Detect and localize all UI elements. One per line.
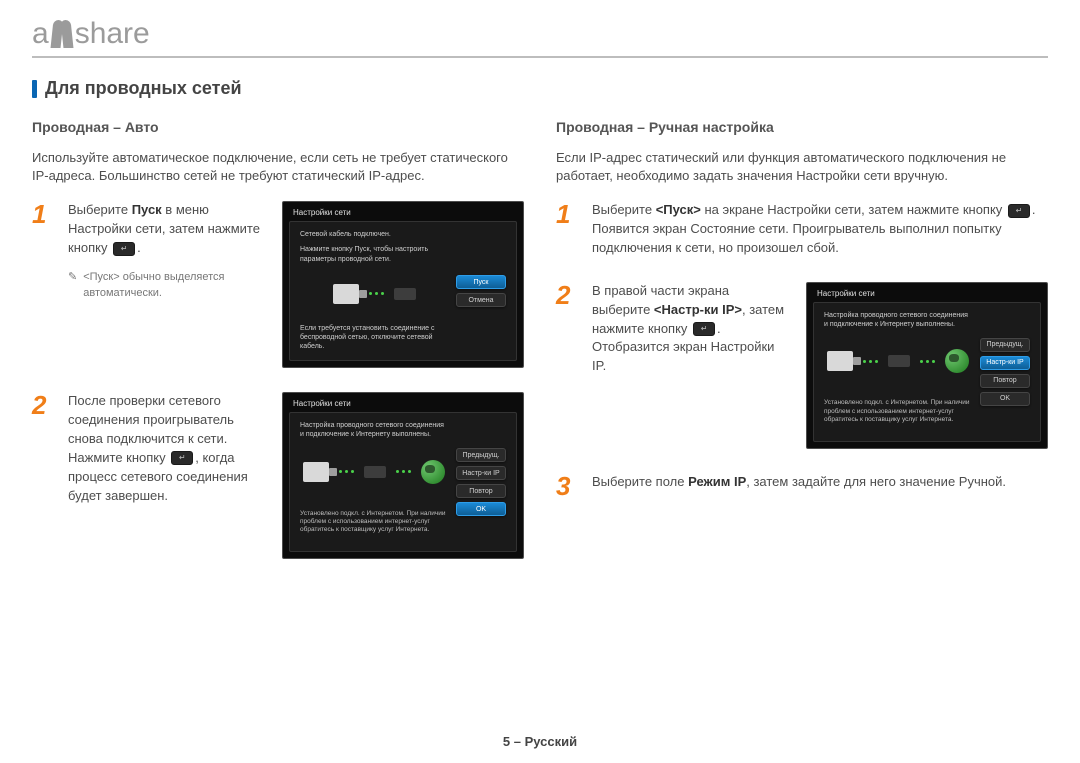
logo-post: share bbox=[75, 17, 150, 51]
two-columns: Проводная – Авто Используйте автоматичес… bbox=[32, 119, 1048, 583]
dots-icon bbox=[339, 470, 354, 473]
step-number: 2 bbox=[32, 392, 54, 559]
right-subhead: Проводная – Ручная настройка bbox=[556, 119, 1048, 135]
plug-icon bbox=[303, 462, 329, 482]
dots-icon bbox=[369, 292, 384, 295]
left-step-1: 1 Выберите Пуск в меню Настройки сети, з… bbox=[32, 201, 524, 368]
step-number: 3 bbox=[556, 473, 578, 499]
remote-icon: ↵ bbox=[113, 242, 135, 256]
remote-icon: ↵ bbox=[693, 322, 715, 336]
screenshot-body: Настройка проводного сетевого соединения… bbox=[813, 302, 1041, 442]
logo: a share bbox=[32, 14, 1048, 54]
screenshot-title: Настройки сети bbox=[807, 283, 1047, 302]
left-subhead: Проводная – Авто bbox=[32, 119, 524, 135]
screenshot-manual-1: Настройки сети Настройка проводного сете… bbox=[806, 282, 1048, 449]
dots-icon bbox=[920, 360, 935, 363]
section-heading: Для проводных сетей bbox=[32, 78, 1048, 99]
section-title: Для проводных сетей bbox=[45, 78, 242, 99]
left-step-2: 2 После проверки сетевого соединения про… bbox=[32, 392, 524, 559]
remote-icon: ↵ bbox=[171, 451, 193, 465]
globe-icon bbox=[945, 349, 969, 373]
sc-btn-ok[interactable]: OK bbox=[456, 502, 506, 516]
step-number: 2 bbox=[556, 282, 578, 449]
dots-icon bbox=[396, 470, 411, 473]
sc-btn-prev[interactable]: Предыдущ. bbox=[980, 338, 1030, 352]
sc-desc-2: Установлено подкл. с Интернетом. При нал… bbox=[824, 399, 972, 424]
sc-btn-cancel[interactable]: Отмена bbox=[456, 293, 506, 307]
note-icon: ✎ bbox=[68, 270, 77, 302]
screenshot-body: Настройка проводного сетевого соединения… bbox=[289, 412, 517, 552]
right-intro: Если IP-адрес статический или функция ав… bbox=[556, 149, 1048, 185]
sc-diagram bbox=[300, 270, 448, 318]
sc-diagram bbox=[300, 446, 448, 498]
divider bbox=[32, 56, 1048, 58]
screenshot-left: Настройка проводного сетевого соединения… bbox=[300, 421, 448, 543]
sc-btn-prev[interactable]: Предыдущ. bbox=[456, 448, 506, 462]
sc-buttons: Предыдущ. Настр-ки IP Повтор OK bbox=[456, 421, 506, 543]
step-body: После проверки сетевого соединения проиг… bbox=[68, 392, 524, 559]
sc-btn-start[interactable]: Пуск bbox=[456, 275, 506, 289]
step-text: Выберите Пуск в меню Настройки сети, зат… bbox=[68, 201, 266, 368]
sc-buttons: Предыдущ. Настр-ки IP Повтор OK bbox=[980, 311, 1030, 433]
sc-desc-1: Сетевой кабель подключен. bbox=[300, 230, 448, 239]
sc-desc-2: Установлено подкл. с Интернетом. При нал… bbox=[300, 510, 448, 535]
plug-icon bbox=[333, 284, 359, 304]
router-icon bbox=[364, 466, 386, 478]
router-icon bbox=[888, 355, 910, 367]
sc-diagram bbox=[824, 335, 972, 387]
step-number: 1 bbox=[32, 201, 54, 368]
step-body: В правой части экрана выберите <Настр-ки… bbox=[592, 282, 1048, 449]
sc-desc-1: Настройка проводного сетевого соединения… bbox=[824, 311, 972, 329]
screenshot-body: Сетевой кабель подключен. Нажмите кнопку… bbox=[289, 221, 517, 361]
left-intro: Используйте автоматическое подключение, … bbox=[32, 149, 524, 185]
plug-icon bbox=[827, 351, 853, 371]
step-text: После проверки сетевого соединения проиг… bbox=[68, 392, 266, 559]
screenshot-title: Настройки сети bbox=[283, 393, 523, 412]
logo-pre: a bbox=[32, 17, 49, 51]
screenshot-auto-1: Настройки сети Сетевой кабель подключен.… bbox=[282, 201, 524, 368]
right-step-2: 2 В правой части экрана выберите <Настр-… bbox=[556, 282, 1048, 449]
screenshot-title: Настройки сети bbox=[283, 202, 523, 221]
step-text: Выберите поле Режим IP, затем задайте дл… bbox=[592, 473, 1048, 499]
step-body: Выберите Пуск в меню Настройки сети, зат… bbox=[68, 201, 524, 368]
screenshot-auto-2: Настройки сети Настройка проводного сете… bbox=[282, 392, 524, 559]
sc-buttons: Пуск Отмена bbox=[456, 230, 506, 352]
right-step-3: 3 Выберите поле Режим IP, затем задайте … bbox=[556, 473, 1048, 499]
sc-desc-2: Нажмите кнопку Пуск, чтобы настроить пар… bbox=[300, 245, 448, 263]
screenshot-left: Настройка проводного сетевого соединения… bbox=[824, 311, 972, 433]
screenshot-left: Сетевой кабель подключен. Нажмите кнопку… bbox=[300, 230, 448, 352]
column-right: Проводная – Ручная настройка Если IP-адр… bbox=[556, 119, 1048, 583]
sc-btn-ipsettings[interactable]: Настр-ки IP bbox=[980, 356, 1030, 370]
sc-btn-ok[interactable]: OK bbox=[980, 392, 1030, 406]
step-number: 1 bbox=[556, 201, 578, 258]
sc-btn-ipsettings[interactable]: Настр-ки IP bbox=[456, 466, 506, 480]
page-footer: 5 – Русский bbox=[0, 734, 1080, 749]
right-step-1: 1 Выберите <Пуск> на экране Настройки се… bbox=[556, 201, 1048, 258]
router-icon bbox=[394, 288, 416, 300]
heading-bar-icon bbox=[32, 80, 37, 98]
column-left: Проводная – Авто Используйте автоматичес… bbox=[32, 119, 524, 583]
step-text: В правой части экрана выберите <Настр-ки… bbox=[592, 282, 790, 449]
dots-icon bbox=[863, 360, 878, 363]
note: ✎ <Пуск> обычно выделяется автоматически… bbox=[68, 270, 266, 302]
step-text: Выберите <Пуск> на экране Настройки сети… bbox=[592, 201, 1048, 258]
remote-icon: ↵ bbox=[1008, 204, 1030, 218]
sc-btn-retry[interactable]: Повтор bbox=[980, 374, 1030, 388]
sc-desc-1: Настройка проводного сетевого соединения… bbox=[300, 421, 448, 439]
sc-btn-retry[interactable]: Повтор bbox=[456, 484, 506, 498]
page: a share Для проводных сетей Проводная – … bbox=[0, 0, 1080, 763]
sc-desc-3: Если требуется установить соединение с б… bbox=[300, 324, 448, 351]
globe-icon bbox=[421, 460, 445, 484]
logo-mark-icon bbox=[52, 20, 72, 48]
